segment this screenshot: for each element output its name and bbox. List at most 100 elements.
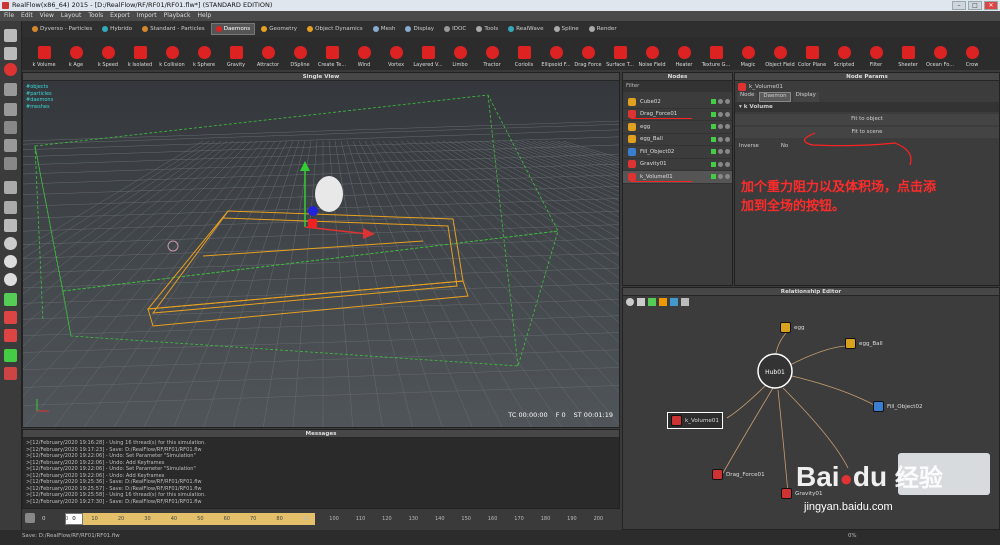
minimize-button[interactable]: – [952,1,966,10]
edit-icon[interactable] [711,174,716,180]
tool-sheeter[interactable]: Sheeter [892,37,924,70]
tab-display-params[interactable]: Display [792,92,819,102]
visibility-icon[interactable] [718,161,723,167]
simulate-icon[interactable] [725,174,730,180]
pen-icon[interactable] [4,157,17,170]
menu-export[interactable]: Export [110,11,130,21]
start-frame[interactable]: 0 [42,516,46,522]
tab-daemons[interactable]: Daemons [210,23,256,35]
maximize-button[interactable]: □ [968,1,982,10]
tool-limbo[interactable]: Limbo [444,37,476,70]
camera-icon[interactable] [4,139,17,152]
tool-gravity[interactable]: Gravity [220,37,252,70]
fit-to-object-button[interactable]: Fit to object [735,114,999,125]
simulate-icon[interactable] [725,136,730,142]
node-item[interactable]: Cube02 [623,96,732,109]
rel-node-egg-ball[interactable]: egg_Ball [845,338,883,349]
edit-icon[interactable] [711,136,716,142]
edit-icon[interactable] [711,124,716,130]
node-item[interactable]: Gravity01 [623,159,732,171]
node-item[interactable]: k_Volume01 [623,171,732,184]
egg-object[interactable] [315,176,343,212]
gizmo-center[interactable] [308,219,317,228]
fit-to-scene-button[interactable]: Fit to scene [735,127,999,138]
menu-view[interactable]: View [40,11,54,21]
select-icon[interactable] [4,29,17,42]
tool-tractor[interactable]: Tractor [476,37,508,70]
tool-k-age[interactable]: k Age [60,37,92,70]
node-actions[interactable] [711,136,730,142]
node-actions[interactable] [711,124,730,130]
sphere-icon[interactable] [4,255,17,268]
inverse-value[interactable]: No [781,141,788,151]
visibility-icon[interactable] [718,136,723,142]
menu-import[interactable]: Import [137,11,157,21]
node-actions[interactable] [711,174,730,180]
tool-layered-v[interactable]: Layered V... [412,37,444,70]
knife-icon[interactable] [4,311,17,324]
visibility-icon[interactable] [718,111,723,117]
box-icon[interactable] [4,201,17,214]
node-item[interactable]: Drag_Force01 [623,109,732,121]
record-icon[interactable] [4,63,17,76]
tool-wind[interactable]: Wind [348,37,380,70]
brush-icon[interactable] [4,293,17,306]
tab-tools[interactable]: Tools [472,23,502,35]
nodes-filter[interactable]: Filter [623,81,732,92]
tab-daemon[interactable]: Daemon [759,92,791,102]
single-view-viewport[interactable]: Single View #objects #particles #daemons… [22,72,620,428]
edit-icon[interactable] [711,161,716,167]
tab-spline[interactable]: Spline [550,23,583,35]
tab-render[interactable]: Render [585,23,621,35]
rel-node-fill-object[interactable]: Fill_Object02 [873,401,923,412]
node-item[interactable]: Fill_Object02 [623,146,732,159]
edit-icon[interactable] [711,149,716,155]
rel-node-egg[interactable]: egg [780,322,805,333]
tab-mesh[interactable]: Mesh [369,23,400,35]
tool-create-te[interactable]: Create Te... [316,37,348,70]
menu-file[interactable]: File [4,11,14,21]
rotate-icon[interactable] [4,83,17,96]
tool-k-sphere[interactable]: k Sphere [188,37,220,70]
simulate-icon[interactable] [725,161,730,167]
visibility-icon[interactable] [718,149,723,155]
scale-icon[interactable] [4,103,17,116]
menu-playback[interactable]: Playback [164,11,191,21]
tab-realwave[interactable]: RealWave [504,23,547,35]
node-item[interactable]: egg_Ball [623,134,732,146]
visibility-icon[interactable] [718,174,723,180]
cube-icon[interactable] [4,219,17,232]
ball-icon[interactable] [4,273,17,286]
menu-help[interactable]: Help [197,11,211,21]
rel-node-k-volume[interactable]: k_Volume01 [667,412,723,429]
simulate-icon[interactable] [725,149,730,155]
node-actions[interactable] [711,111,730,117]
tab-display[interactable]: Display [401,23,438,35]
tool-k-speed[interactable]: k Speed [92,37,124,70]
node-actions[interactable] [711,149,730,155]
tab-standard-particles[interactable]: Standard - Particles [138,23,209,35]
tab-node[interactable]: Node [737,92,758,102]
save-icon[interactable] [4,349,17,362]
tool-k-volume[interactable]: k Volume [28,37,60,70]
tool-k-isolated[interactable]: k Isolated [124,37,156,70]
tab-dyverso[interactable]: Dyverso - Particles [28,23,96,35]
node-item[interactable]: egg [623,121,732,134]
tool-attractor[interactable]: Attractor [252,37,284,70]
tool-coriolis[interactable]: Coriolis [508,37,540,70]
menu-layout[interactable]: Layout [61,11,81,21]
tool-vortex[interactable]: Vortex [380,37,412,70]
visibility-icon[interactable] [718,99,723,105]
tool-drag-force[interactable]: Drag Force [572,37,604,70]
edit-icon[interactable] [711,111,716,117]
simulate-icon[interactable] [725,111,730,117]
rel-node-drag-force[interactable]: Drag_Force01 [712,469,765,480]
tool-heater[interactable]: Heater [668,37,700,70]
visibility-icon[interactable] [718,124,723,130]
tool-magic[interactable]: Magic [732,37,764,70]
tool-ocean-fo[interactable]: Ocean Fo... [924,37,956,70]
shape-icon[interactable] [4,181,17,194]
tab-hybrido[interactable]: Hybrido [98,23,136,35]
tool-ellipsoid-f[interactable]: Ellipsoid F... [540,37,572,70]
scene-canvas[interactable] [23,81,620,428]
